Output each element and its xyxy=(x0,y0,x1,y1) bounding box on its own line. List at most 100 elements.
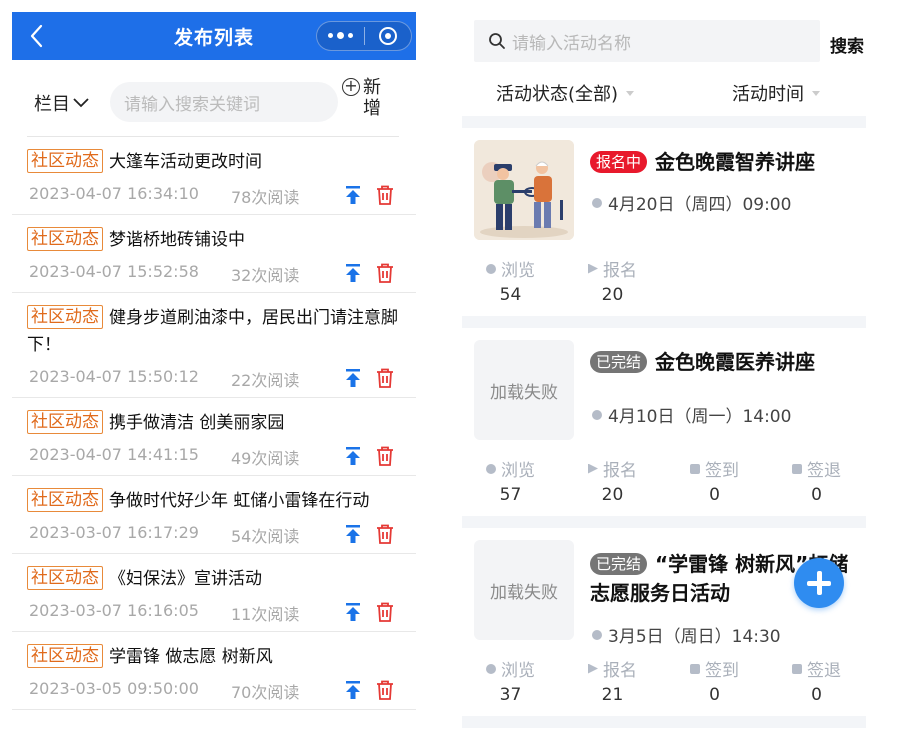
view-stat: 浏览 54 xyxy=(486,256,535,305)
read-count: 70次阅读 xyxy=(231,683,300,702)
pin-top-icon[interactable] xyxy=(345,525,361,543)
trash-icon[interactable] xyxy=(376,446,394,466)
trash-icon[interactable] xyxy=(376,602,394,622)
status-badge: 已完结 xyxy=(590,553,648,575)
signup-stat: 报名 21 xyxy=(588,656,637,705)
filter-row: 栏目 请输入搜索关键词 + 新增 xyxy=(12,60,416,144)
back-arrow-icon[interactable] xyxy=(26,22,50,50)
publish-date: 2023-03-07 16:17:29 xyxy=(29,523,199,542)
time-filter[interactable]: 活动时间 xyxy=(732,80,820,106)
signup-icon xyxy=(588,663,598,674)
list-item[interactable]: 社区动态 大篷车活动更改时间 2023-04-07 16:34:10 78次阅读 xyxy=(12,137,416,215)
publish-date: 2023-04-07 15:52:58 xyxy=(29,262,199,281)
chevron-down-icon xyxy=(73,98,89,108)
activity-time: 4月20日（周四）09:00 xyxy=(608,195,792,215)
news-title: 携手做清洁 创美丽家园 xyxy=(109,413,285,433)
clock-icon xyxy=(592,629,602,640)
stat-value: 0 xyxy=(811,685,822,705)
trash-icon[interactable] xyxy=(376,524,394,544)
view-stat: 浏览 37 xyxy=(486,656,535,705)
list-item[interactable]: 社区动态 争做时代好少年 虹储小雷锋在行动 2023-03-07 16:17:29… xyxy=(12,476,416,554)
pin-top-icon[interactable] xyxy=(345,264,361,282)
news-title: 学雷锋 做志愿 树新风 xyxy=(109,647,273,667)
trash-icon[interactable] xyxy=(376,185,394,205)
activity-search-input[interactable]: 请输入活动名称 xyxy=(474,20,820,62)
activity-card[interactable]: 报名中 金色晚霞智养讲座 4月20日（周四）09:00 浏览 54 报名 20 xyxy=(462,128,866,316)
checkin-stat: 签到 0 xyxy=(690,456,739,505)
keyword-search-placeholder: 请输入搜索关键词 xyxy=(124,94,260,115)
pin-top-icon[interactable] xyxy=(345,603,361,621)
read-count: 49次阅读 xyxy=(231,449,300,468)
activity-card[interactable]: 加载失败 已完结 “学雷锋 树新风”虹储志愿服务日活动 3月5日（周日）14:30… xyxy=(462,528,866,716)
trash-icon[interactable] xyxy=(376,263,394,283)
checkout-icon xyxy=(792,663,802,674)
stat-label: 报名 xyxy=(603,461,637,481)
caret-down-icon xyxy=(812,90,820,96)
category-dropdown[interactable]: 栏目 xyxy=(34,90,90,116)
stat-value: 57 xyxy=(499,485,522,505)
list-item[interactable]: 社区动态 携手做清洁 创美丽家园 2023-04-07 14:41:15 49次阅读 xyxy=(12,398,416,476)
news-list: 社区动态 大篷车活动更改时间 2023-04-07 16:34:10 78次阅读 社… xyxy=(12,137,416,710)
stat-value: 21 xyxy=(601,685,624,705)
activity-time-row: 3月5日（周日）14:30 xyxy=(592,622,781,647)
publish-date: 2023-03-07 16:16:05 xyxy=(29,601,199,620)
pin-top-icon[interactable] xyxy=(345,186,361,204)
list-item[interactable]: 社区动态 学雷锋 做志愿 树新风 2023-03-05 09:50:00 70次阅读 xyxy=(12,632,416,710)
activity-time-row: 4月10日（周一）14:00 xyxy=(592,402,791,427)
category-tag: 社区动态 xyxy=(27,227,103,251)
stat-value: 0 xyxy=(811,485,822,505)
activity-list-panel: 请输入活动名称 搜索 活动状态(全部) 活动时间 报名中 金色晚霞智养讲座 4月… xyxy=(462,12,866,753)
stat-label: 签退 xyxy=(807,461,841,481)
category-tag: 社区动态 xyxy=(27,305,103,329)
publish-date: 2023-03-05 09:50:00 xyxy=(29,679,199,698)
view-stat: 浏览 57 xyxy=(486,456,535,505)
stat-value: 0 xyxy=(709,685,720,705)
status-filter[interactable]: 活动状态(全部) xyxy=(496,80,635,106)
clock-icon xyxy=(592,409,602,420)
stat-label: 签退 xyxy=(807,661,841,681)
checkin-icon xyxy=(690,663,700,674)
list-item[interactable]: 社区动态 《妇保法》宣讲活动 2023-03-07 16:16:05 11次阅读 xyxy=(12,554,416,632)
checkin-stat: 签到 0 xyxy=(690,656,739,705)
trash-icon[interactable] xyxy=(376,368,394,388)
stat-value: 20 xyxy=(601,485,624,505)
stat-label: 报名 xyxy=(603,661,637,681)
search-icon xyxy=(489,33,505,49)
more-dots-icon[interactable] xyxy=(317,32,364,39)
pin-top-icon[interactable] xyxy=(345,681,361,699)
pin-top-icon[interactable] xyxy=(345,369,361,387)
add-activity-fab[interactable] xyxy=(794,558,844,608)
eye-icon xyxy=(486,663,496,674)
stat-value: 20 xyxy=(601,285,624,305)
publish-date: 2023-04-07 14:41:15 xyxy=(29,445,199,464)
stat-value: 0 xyxy=(709,485,720,505)
checkout-stat: 签退 0 xyxy=(792,456,841,505)
stat-value: 54 xyxy=(499,285,522,305)
search-button[interactable]: 搜索 xyxy=(830,32,864,57)
keyword-search-input[interactable]: 请输入搜索关键词 xyxy=(110,82,338,122)
trash-icon[interactable] xyxy=(376,680,394,700)
mini-program-capsule xyxy=(316,21,412,51)
pin-top-icon[interactable] xyxy=(345,447,361,465)
time-filter-label: 活动时间 xyxy=(732,84,804,105)
publish-date: 2023-04-07 16:34:10 xyxy=(29,184,199,203)
volunteers-illustration xyxy=(474,140,574,240)
eye-icon xyxy=(486,263,496,274)
stat-value: 37 xyxy=(499,685,522,705)
read-count: 11次阅读 xyxy=(231,605,300,624)
activity-card[interactable]: 加载失败 已完结 金色晚霞医养讲座 4月10日（周一）14:00 浏览 57 报名… xyxy=(462,328,866,516)
checkout-icon xyxy=(792,463,802,474)
add-label: 新增 xyxy=(363,77,381,119)
news-title: 争做时代好少年 虹储小雷锋在行动 xyxy=(109,491,370,511)
close-target-icon[interactable] xyxy=(365,27,412,45)
publish-list-panel: 发布列表 栏目 请输入搜索关键词 + 新增 社区动态 大篷车活动更改时间 202… xyxy=(12,12,416,753)
activity-time-row: 4月20日（周四）09:00 xyxy=(592,190,791,215)
clock-icon xyxy=(592,197,602,208)
stat-label: 浏览 xyxy=(501,661,535,681)
activity-header: 请输入活动名称 搜索 活动状态(全部) 活动时间 xyxy=(462,12,866,116)
activity-thumbnail xyxy=(474,140,574,240)
list-item[interactable]: 社区动态 梦谐桥地砖铺设中 2023-04-07 15:52:58 32次阅读 xyxy=(12,215,416,293)
signup-icon xyxy=(588,263,598,274)
list-item[interactable]: 社区动态 健身步道刷油漆中，居民出门请注意脚下！ 2023-04-07 15:50… xyxy=(12,293,416,398)
news-title: 《妇保法》宣讲活动 xyxy=(109,569,262,589)
